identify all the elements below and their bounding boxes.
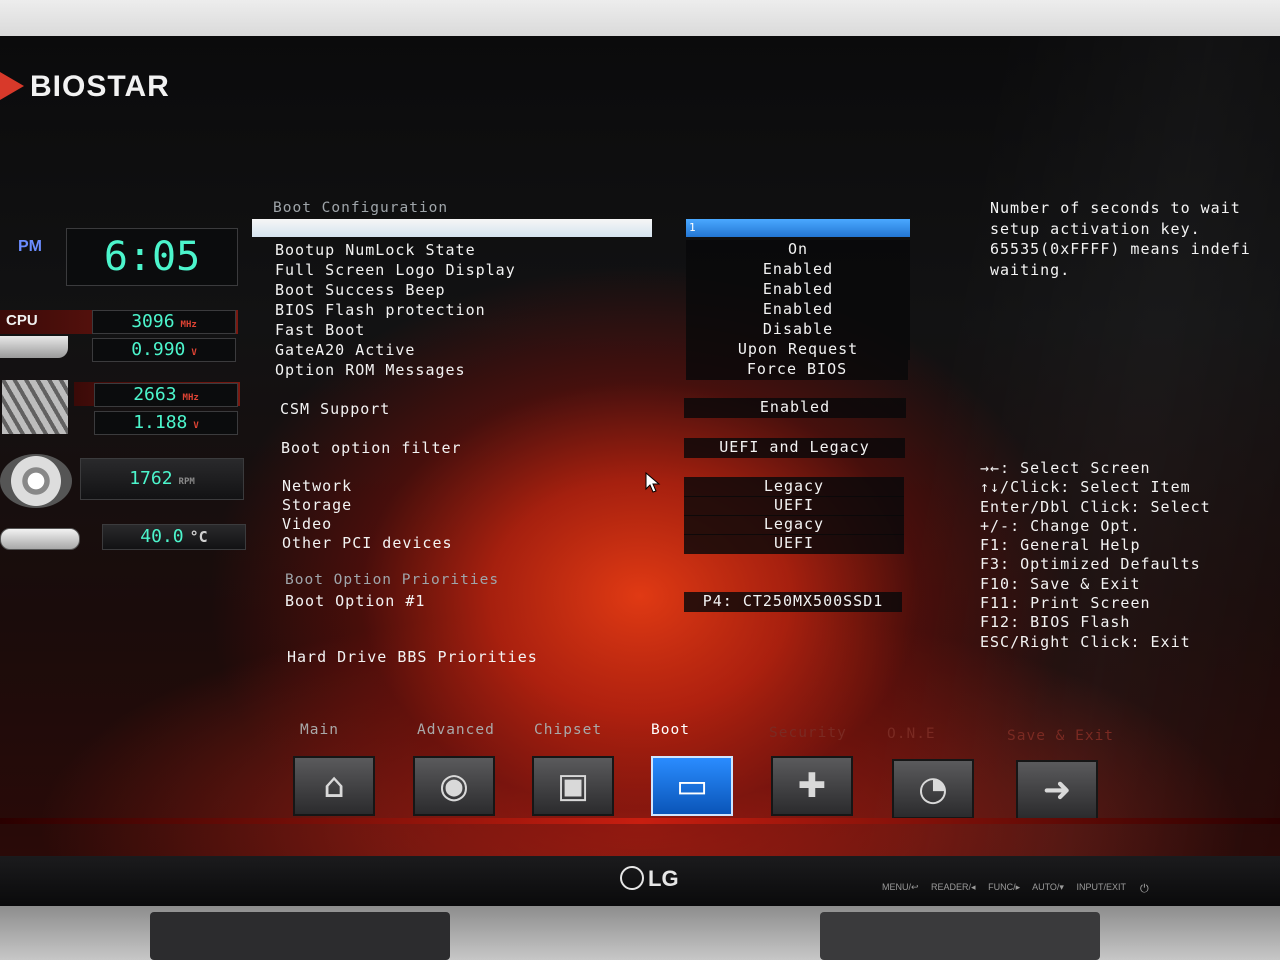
key-hint: F10: Save & Exit — [980, 574, 1141, 593]
selected-item-bar[interactable] — [252, 219, 652, 237]
fan-speed: 1762 RPM — [80, 458, 244, 500]
key-hint: F11: Print Screen — [980, 594, 1151, 613]
csm-support-label[interactable]: CSM Support — [280, 400, 390, 418]
memory-frequency: 2663 MHz — [94, 383, 238, 407]
option-logo-display-label[interactable]: Full Screen Logo Display — [275, 261, 516, 279]
clock-display: 6:05 — [66, 228, 238, 286]
cpu-label: CPU — [6, 312, 38, 329]
temperature: 40.0 °C — [102, 524, 246, 550]
gauge-icon[interactable]: ◔ — [892, 759, 974, 819]
cpu-frequency: 3096 MHz — [92, 310, 236, 334]
tab-main[interactable]: Main — [300, 722, 339, 738]
boot-option-filter-label[interactable]: Boot option filter — [281, 439, 462, 457]
option-fast-boot-value[interactable]: Disable — [686, 320, 910, 340]
monitor-buttons[interactable]: MENU/↩ READER/◂ FUNC/▸ AUTO/▾ INPUT/EXIT — [882, 882, 1126, 893]
network-value[interactable]: Legacy — [684, 477, 904, 497]
tab-save-exit[interactable]: Save & Exit — [1007, 728, 1114, 744]
shield-icon[interactable]: ✚ — [771, 756, 853, 816]
key-hint: F12: BIOS Flash — [980, 613, 1131, 632]
option-numlock-value[interactable]: On — [686, 240, 910, 260]
option-rom-messages-label[interactable]: Option ROM Messages — [275, 361, 466, 379]
option-gatea20-label[interactable]: GateA20 Active — [275, 341, 415, 359]
video-value[interactable]: Legacy — [684, 515, 904, 535]
tab-security[interactable]: Security — [769, 725, 847, 741]
tab-chipset[interactable]: Chipset — [534, 722, 602, 738]
option-success-beep-value[interactable]: Enabled — [686, 280, 910, 300]
memory-module-icon — [2, 380, 68, 434]
csm-support-value[interactable]: Enabled — [684, 398, 906, 418]
key-hint: →←: Select Screen — [980, 459, 1151, 477]
boot-option-priorities-title: Boot Option Priorities — [285, 572, 500, 588]
key-hint: F1: General Help — [980, 536, 1141, 555]
lg-circle-icon — [620, 866, 644, 890]
option-gatea20-value[interactable]: Upon Request — [686, 340, 910, 360]
folder-exit-icon[interactable]: ➜ — [1016, 760, 1098, 820]
power-icon[interactable]: ⏻ — [1140, 882, 1149, 896]
cpu-voltage: 0.990 V — [92, 338, 236, 362]
key-hint: F3: Optimized Defaults — [980, 555, 1201, 574]
network-label[interactable]: Network — [282, 477, 352, 495]
boot-option-1-value[interactable]: P4: CT250MX500SSD1 — [684, 592, 902, 612]
boot-configuration-title: Boot Configuration — [273, 200, 449, 216]
desk-object — [820, 912, 1100, 960]
option-bios-flash-value[interactable]: Enabled — [686, 300, 910, 320]
fan-icon — [0, 454, 72, 508]
option-bios-flash-label[interactable]: BIOS Flash protection — [275, 301, 486, 319]
storage-label[interactable]: Storage — [282, 496, 352, 514]
tab-one[interactable]: O.N.E — [887, 726, 936, 742]
help-description: Number of seconds to wait setup activati… — [990, 199, 1251, 279]
tab-boot[interactable]: Boot — [651, 722, 690, 738]
selected-item-value[interactable]: 1 — [686, 219, 910, 237]
drive-icon[interactable]: ▭ — [651, 756, 733, 816]
boot-option-1-label[interactable]: Boot Option #1 — [285, 592, 425, 610]
video-label[interactable]: Video — [282, 515, 332, 533]
option-success-beep-label[interactable]: Boot Success Beep — [275, 281, 446, 299]
option-fast-boot-label[interactable]: Fast Boot — [275, 321, 365, 339]
cpu-chip-icon — [0, 336, 68, 358]
monitor-top-bezel — [0, 0, 1280, 38]
logo-triangle-icon — [0, 72, 24, 100]
option-logo-display-value[interactable]: Enabled — [686, 260, 910, 280]
option-rom-messages-value[interactable]: Force BIOS — [686, 360, 908, 380]
time-period: PM — [18, 238, 42, 255]
biostar-logo: BIOSTAR — [0, 70, 170, 104]
other-pci-value[interactable]: UEFI — [684, 534, 904, 554]
home-icon[interactable]: ⌂ — [293, 756, 375, 816]
chip-icon[interactable]: ▣ — [532, 756, 614, 816]
boot-option-filter-value[interactable]: UEFI and Legacy — [684, 438, 905, 458]
key-legend: →←: Select Screen ↑↓/Click: Select Item … — [980, 459, 1211, 652]
key-hint: Enter/Dbl Click: Select — [980, 497, 1211, 516]
memory-voltage: 1.188 V — [94, 411, 238, 435]
option-numlock-label[interactable]: Bootup NumLock State — [275, 241, 476, 259]
storage-value[interactable]: UEFI — [684, 496, 904, 516]
tab-advanced[interactable]: Advanced — [417, 722, 495, 738]
hdd-bbs-priorities[interactable]: Hard Drive BBS Priorities — [287, 648, 538, 666]
key-hint: +/-: Change Opt. — [980, 516, 1141, 535]
key-hint: ESC/Right Click: Exit — [980, 632, 1191, 651]
thermometer-icon — [0, 528, 80, 550]
joystick-icon[interactable]: ◉ — [413, 756, 495, 816]
monitor-logo: LG — [620, 866, 679, 892]
key-hint: ↑↓/Click: Select Item — [980, 478, 1191, 497]
desk-object — [150, 912, 450, 960]
other-pci-label[interactable]: Other PCI devices — [282, 534, 453, 552]
mouse-cursor-icon — [645, 472, 661, 493]
nav-strip — [0, 818, 1280, 824]
